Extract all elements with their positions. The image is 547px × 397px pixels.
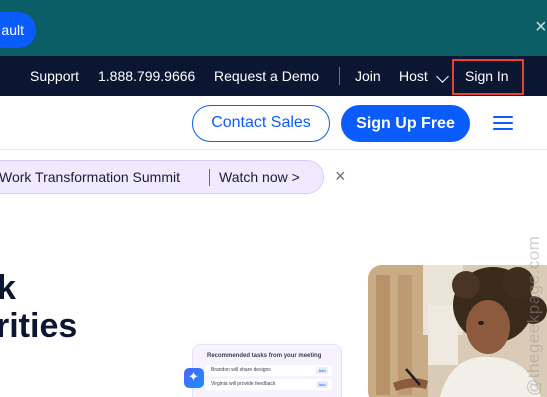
host-menu[interactable]: Host (399, 56, 428, 96)
announcement-pill: Work Transformation Summit Watch now > (0, 160, 324, 194)
watermark: @thegeekpage.com (510, 206, 543, 397)
banner-cta-button[interactable]: ault (0, 12, 36, 48)
ai-sparkle-icon (184, 368, 204, 388)
request-demo-link[interactable]: Request a Demo (214, 56, 319, 96)
hamburger-icon[interactable] (493, 116, 513, 130)
hero-heading-line2: rities (0, 307, 78, 345)
task-row: Brandon will share designs Add (205, 365, 332, 376)
task-row: Virginia will provide feedback Add (205, 379, 332, 390)
main-header: Contact Sales Sign Up Free (0, 96, 547, 150)
page: ault × Support 1.888.799.9666 Request a … (0, 0, 547, 397)
sign-in-highlight-box (452, 59, 524, 95)
task-text: Virginia will provide feedback (211, 381, 276, 387)
banner-close-icon[interactable]: × (535, 16, 547, 38)
task-text: Brandon will share designs (211, 367, 271, 373)
watch-now-link[interactable]: Watch now > (219, 161, 300, 193)
sign-up-free-button[interactable]: Sign Up Free (341, 105, 470, 142)
nav-divider (339, 67, 340, 85)
task-add-button[interactable]: Add (316, 381, 328, 388)
announcement-text: Work Transformation Summit (0, 169, 181, 185)
pill-divider (209, 169, 210, 186)
tasks-card-title: Recommended tasks from your meeting (207, 353, 322, 359)
join-link[interactable]: Join (355, 56, 381, 96)
top-banner: ault × (0, 0, 547, 56)
watermark-text: @thegeekpage.com (524, 235, 543, 396)
task-add-button[interactable]: Add (316, 367, 328, 374)
contact-sales-button[interactable]: Contact Sales (192, 105, 330, 142)
recommended-tasks-card: Recommended tasks from your meeting Bran… (192, 344, 342, 397)
support-link[interactable]: Support (30, 56, 79, 96)
phone-link[interactable]: 1.888.799.9666 (98, 56, 195, 96)
close-icon[interactable]: × (335, 166, 351, 186)
hero-heading-line1: k (0, 269, 16, 307)
